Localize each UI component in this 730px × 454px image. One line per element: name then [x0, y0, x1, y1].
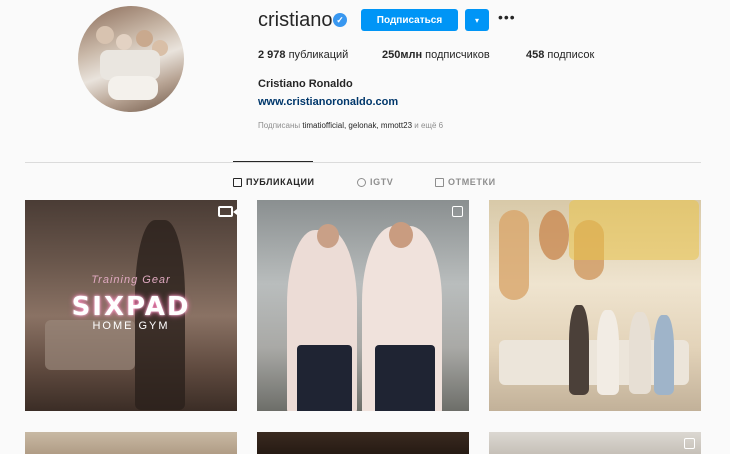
follow-button[interactable]: Подписаться — [361, 9, 458, 31]
tagged-icon — [435, 177, 444, 187]
tab-tagged[interactable]: ОТМЕТКИ — [435, 177, 496, 187]
posts-stat: 2 978 публикаций — [258, 49, 348, 61]
tab-igtv[interactable]: IGTV — [357, 177, 393, 187]
carousel-icon — [452, 206, 463, 217]
following-count: 458 — [526, 49, 545, 61]
grid-icon — [233, 177, 242, 187]
post-thumbnail[interactable] — [257, 200, 469, 411]
followed-by-names: timatiofficial, gelonak, mmott23 — [302, 121, 413, 130]
post-thumbnail[interactable]: Training Gear SIXPAD HOME GYM — [25, 200, 237, 411]
tabs-divider — [25, 162, 701, 163]
followers-label: подписчиков — [422, 49, 490, 61]
followed-by-prefix: Подписаны — [258, 121, 303, 130]
sixpad-title: SIXPAD — [71, 292, 191, 322]
sixpad-subtitle: Training Gear — [91, 274, 171, 286]
profile-avatar[interactable] — [78, 6, 184, 112]
tab-posts-label: ПУБЛИКАЦИИ — [246, 177, 315, 187]
posts-count: 2 978 — [258, 49, 286, 61]
sixpad-home-gym: HOME GYM — [92, 320, 170, 332]
tab-igtv-label: IGTV — [370, 177, 394, 187]
post-thumbnail[interactable] — [489, 200, 701, 411]
following-stat[interactable]: 458 подписок — [526, 49, 594, 61]
verified-badge-icon: ✓ — [333, 13, 347, 27]
followed-by-suffix: и ещё 6 — [412, 121, 444, 130]
video-icon — [218, 206, 237, 217]
post-thumbnail[interactable] — [257, 432, 469, 454]
posts-label: публикаций — [285, 49, 349, 61]
following-label: подписок — [544, 49, 595, 61]
website-link[interactable]: www.cristianoronaldo.com — [258, 96, 398, 108]
followers-stat[interactable]: 250млн подписчиков — [382, 49, 490, 61]
tab-tagged-label: ОТМЕТКИ — [448, 177, 496, 187]
active-tab-indicator — [233, 161, 313, 162]
carousel-icon — [684, 438, 695, 449]
post-thumbnail[interactable] — [25, 432, 237, 454]
tab-posts[interactable]: ПУБЛИКАЦИИ — [233, 177, 315, 187]
full-name: Cristiano Ronaldo — [258, 78, 353, 90]
post-thumbnail[interactable] — [489, 432, 701, 454]
more-options-icon[interactable]: ••• — [498, 10, 518, 28]
suggestions-dropdown-button[interactable]: ▾ — [465, 9, 489, 31]
followers-count: 250млн — [382, 49, 423, 61]
username: cristiano — [258, 9, 333, 31]
igtv-icon — [357, 177, 366, 187]
followed-by[interactable]: Подписаны timatiofficial, gelonak, mmott… — [258, 121, 443, 130]
